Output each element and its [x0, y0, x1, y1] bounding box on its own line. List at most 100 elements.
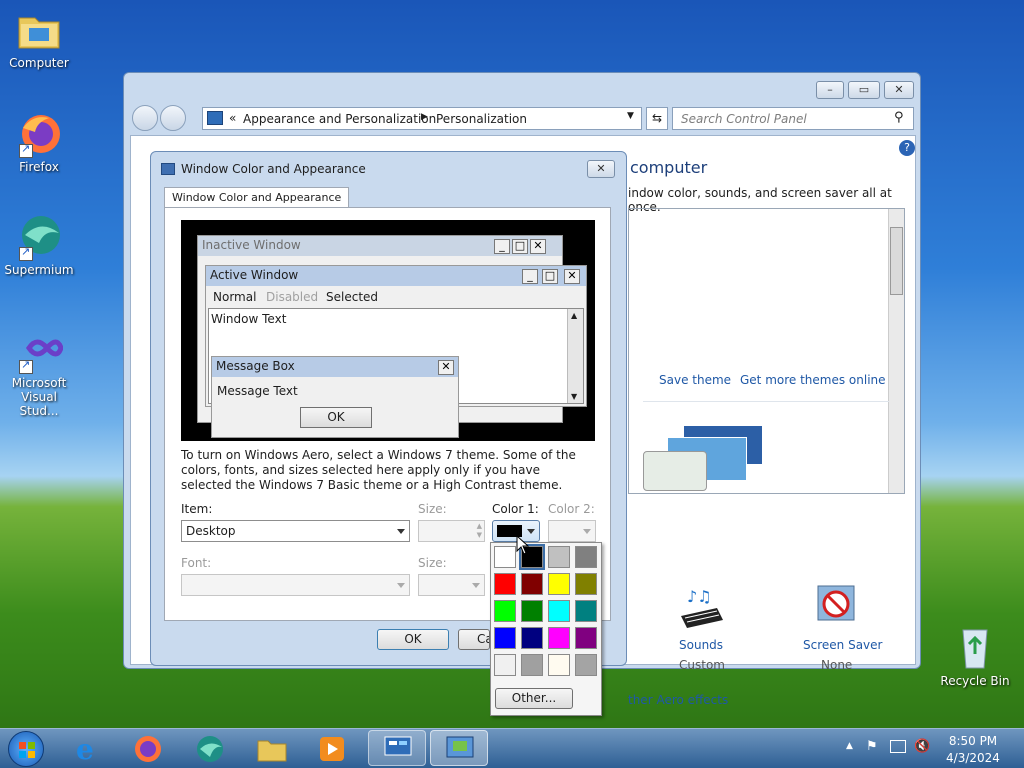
- action-center-flag-icon[interactable]: ⚑: [866, 739, 878, 754]
- aero-effects-link[interactable]: ther Aero effects: [628, 693, 728, 707]
- address-bar[interactable]: « Appearance and Personalization ▶ Perso…: [202, 107, 642, 130]
- breadcrumb-personalization[interactable]: Personalization: [436, 112, 527, 126]
- cancel-button[interactable]: Ca: [458, 629, 490, 650]
- window-color-icon: [446, 736, 474, 758]
- refresh-icon[interactable]: ⇆: [646, 107, 668, 130]
- stepper-up-icon[interactable]: ▲: [477, 522, 482, 530]
- taskbar-ie-button[interactable]: e: [70, 733, 106, 766]
- clock-time[interactable]: 8:50 PM: [942, 734, 1004, 748]
- color-swatch[interactable]: [548, 654, 570, 676]
- back-button[interactable]: [132, 105, 158, 131]
- divider: [643, 401, 889, 402]
- color-swatch[interactable]: [548, 600, 570, 622]
- desktop-icon-supermium[interactable]: Supermium: [0, 213, 78, 277]
- sounds-value: Custom: [679, 658, 725, 672]
- color-swatch[interactable]: [494, 546, 516, 568]
- shortcut-arrow-icon: [19, 358, 33, 374]
- network-icon[interactable]: [890, 740, 906, 753]
- preview-ok-button: OK: [300, 407, 372, 428]
- other-color-button[interactable]: Other...: [495, 688, 573, 709]
- color-swatch[interactable]: [575, 654, 597, 676]
- folder-icon: [257, 740, 287, 762]
- preview-minimize-icon: _: [522, 269, 538, 284]
- chevron-down-icon: [527, 529, 535, 534]
- recycle-bin-icon: [951, 624, 999, 672]
- save-theme-link[interactable]: Save theme: [659, 373, 731, 387]
- desktop-icon-computer[interactable]: Computer: [0, 6, 78, 70]
- sounds-icon[interactable]: ♪♫: [677, 586, 727, 632]
- screen-saver-icon[interactable]: [814, 584, 858, 630]
- scrollbar[interactable]: [888, 209, 904, 493]
- desktop-background-thumbnail[interactable]: [643, 419, 763, 491]
- mouse-cursor-icon: [516, 535, 530, 555]
- size-label: Size:: [418, 502, 447, 516]
- svg-text:e: e: [76, 733, 94, 765]
- appearance-preview[interactable]: Inactive Window _ □ ✕ Active Window _ □ …: [181, 220, 595, 441]
- search-icon[interactable]: ⚲: [894, 110, 904, 125]
- color-swatch[interactable]: [494, 627, 516, 649]
- dialog-title: Window Color and Appearance: [181, 162, 366, 176]
- tab-window-color[interactable]: Window Color and Appearance: [164, 187, 350, 208]
- breadcrumb-overflow[interactable]: «: [229, 111, 236, 125]
- preview-maximize-icon: □: [542, 269, 558, 284]
- desktop-icon-visual-studio[interactable]: Microsoft Visual Stud...: [0, 326, 78, 418]
- themes-list[interactable]: Save theme Get more themes online: [628, 208, 905, 494]
- start-button[interactable]: [8, 731, 44, 767]
- chevron-down-icon: [397, 583, 405, 588]
- color-swatch[interactable]: [575, 546, 597, 568]
- close-button[interactable]: ✕: [884, 81, 914, 99]
- color-swatch[interactable]: [521, 600, 543, 622]
- preview-message-box[interactable]: Message Box ✕ Message Text OK: [211, 356, 459, 438]
- control-panel-icon: [207, 111, 223, 125]
- minimize-button[interactable]: –: [816, 81, 844, 99]
- size-stepper[interactable]: ▲ ▼: [418, 520, 485, 542]
- color-swatch[interactable]: [521, 654, 543, 676]
- show-hidden-icons-icon[interactable]: ▲: [846, 741, 853, 751]
- taskbar-control-panel-button[interactable]: [368, 730, 426, 766]
- color-swatch[interactable]: [575, 600, 597, 622]
- forward-button[interactable]: [160, 105, 186, 131]
- scrollbar-thumb[interactable]: [890, 227, 903, 295]
- taskbar-appearance-button[interactable]: [430, 730, 488, 766]
- stepper-down-icon[interactable]: ▼: [477, 531, 482, 539]
- ok-button[interactable]: OK: [377, 629, 449, 650]
- taskbar-explorer-button[interactable]: [254, 733, 290, 765]
- desktop-icon-label: Supermium: [4, 263, 74, 277]
- search-input[interactable]: Search Control Panel: [672, 107, 914, 130]
- get-more-themes-link[interactable]: Get more themes online: [740, 373, 886, 387]
- color-swatch[interactable]: [575, 573, 597, 595]
- message-box-close-icon: ✕: [438, 360, 454, 375]
- font-select[interactable]: [181, 574, 410, 596]
- taskbar-supermium-button[interactable]: [192, 733, 228, 765]
- preview-maximize-icon: □: [512, 239, 528, 254]
- color-swatch[interactable]: [494, 573, 516, 595]
- maximize-button[interactable]: ▭: [848, 81, 880, 99]
- font-size-select[interactable]: [418, 574, 485, 596]
- preview-close-icon: ✕: [564, 269, 580, 284]
- color-swatch[interactable]: [494, 600, 516, 622]
- chevron-down-icon[interactable]: ▼: [627, 111, 634, 121]
- taskbar-firefox-button[interactable]: [130, 733, 166, 765]
- desktop-icon-firefox[interactable]: Firefox: [0, 110, 78, 174]
- breadcrumb-chevron-icon: ▶: [421, 112, 428, 122]
- item-select[interactable]: Desktop: [181, 520, 410, 542]
- color2-button[interactable]: [548, 520, 596, 542]
- preview-close-icon: ✕: [530, 239, 546, 254]
- color-swatch[interactable]: [494, 654, 516, 676]
- volume-muted-icon[interactable]: 🔇: [914, 739, 930, 754]
- help-icon[interactable]: ?: [899, 140, 915, 156]
- color-swatch[interactable]: [521, 627, 543, 649]
- breadcrumb-appearance[interactable]: Appearance and Personalization: [243, 112, 436, 126]
- desktop-icon-recycle-bin[interactable]: Recycle Bin: [936, 624, 1014, 688]
- clock-date[interactable]: 4/3/2024: [942, 751, 1004, 765]
- dialog-close-button[interactable]: ✕: [587, 160, 615, 178]
- taskbar-media-player-button[interactable]: [314, 733, 350, 765]
- color-swatch[interactable]: [548, 546, 570, 568]
- color-swatch[interactable]: [575, 627, 597, 649]
- aero-info-text: To turn on Windows Aero, select a Window…: [181, 448, 576, 492]
- color-swatch[interactable]: [548, 627, 570, 649]
- screen-saver-link[interactable]: Screen Saver: [803, 638, 882, 652]
- sounds-link[interactable]: Sounds: [679, 638, 723, 652]
- color-swatch[interactable]: [521, 573, 543, 595]
- color-swatch[interactable]: [548, 573, 570, 595]
